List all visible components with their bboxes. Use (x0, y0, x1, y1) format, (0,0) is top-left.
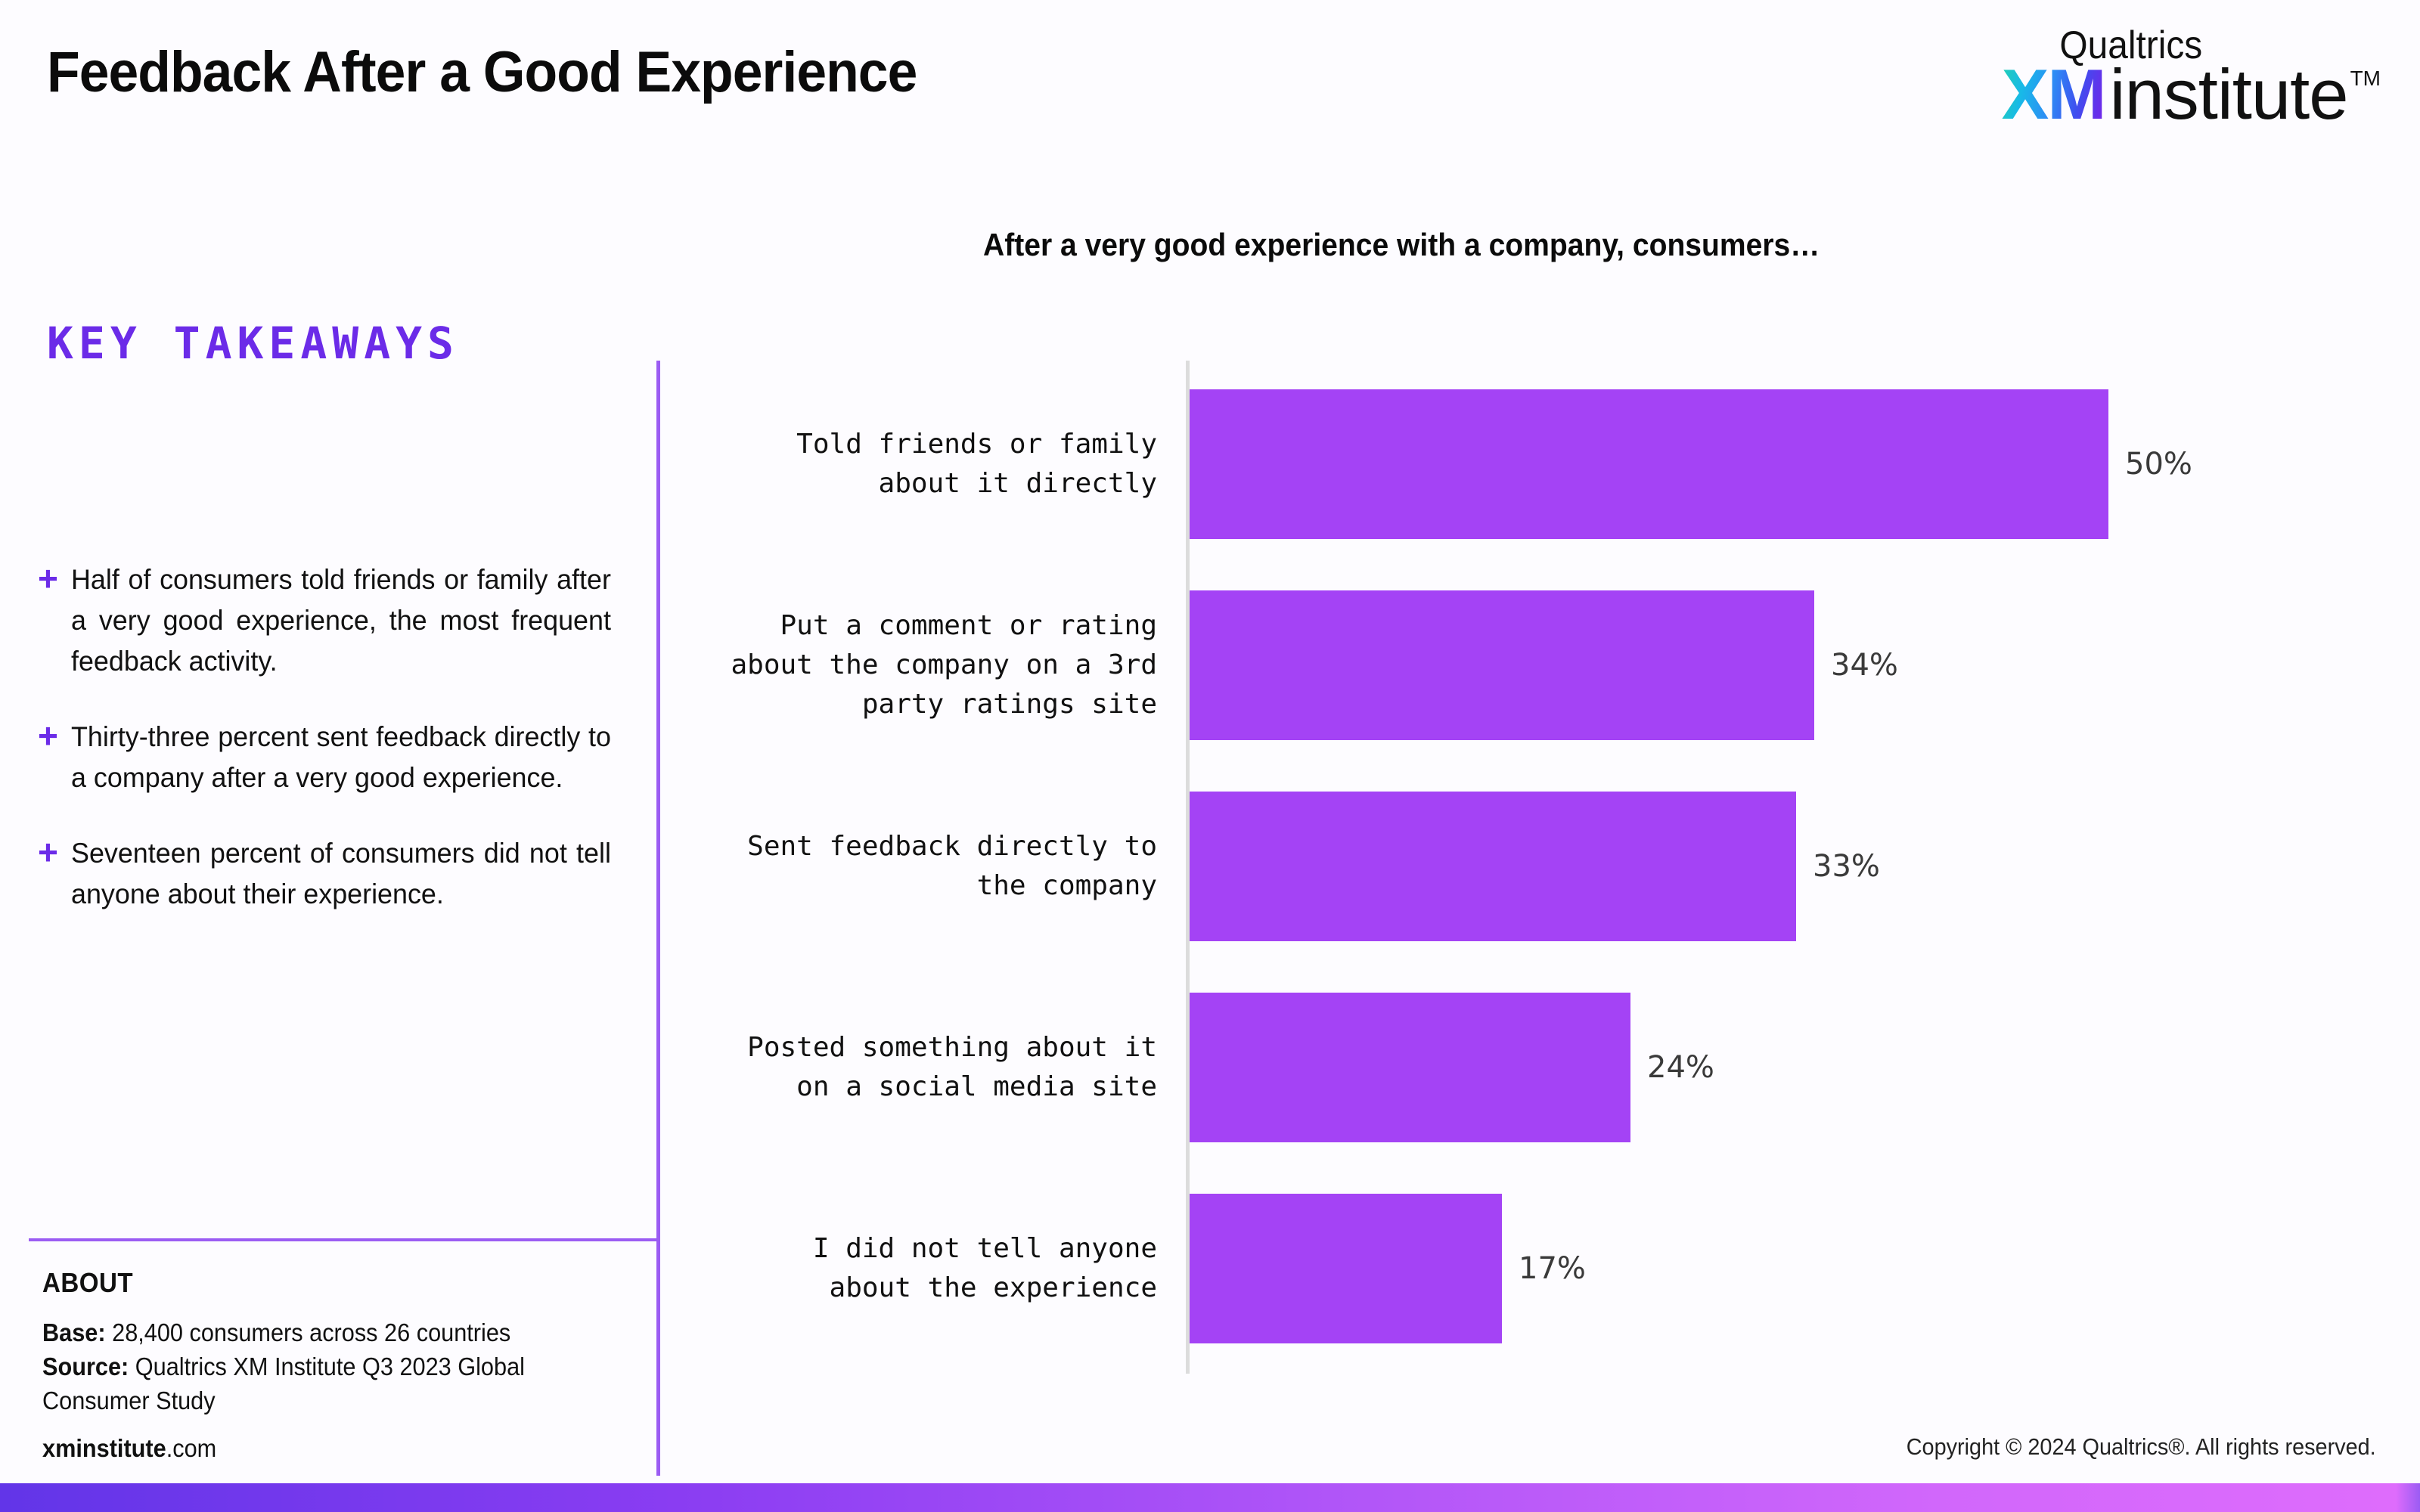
page-title: Feedback After a Good Experience (47, 40, 917, 104)
xminstitute-website-link[interactable]: xminstitute.com (42, 1434, 605, 1463)
bar (1190, 993, 1630, 1142)
horizontal-bar-chart: 50% 34% 33% 24% 17% (1186, 361, 2366, 1374)
footer-gradient-bar (0, 1483, 2420, 1512)
takeaway-text: Seventeen percent of consumers did not t… (71, 838, 611, 909)
website-tld: .com (166, 1434, 217, 1462)
takeaway-text: Thirty-three percent sent feedback direc… (71, 721, 611, 793)
bar-value-label: 24% (1647, 1050, 1714, 1085)
bar-value-label: 34% (1831, 648, 1898, 683)
category-label: Told friends or family about it directly (796, 429, 1157, 499)
bar-value-label: 50% (2125, 447, 2192, 482)
plus-bullet-icon: + (38, 716, 58, 755)
logo-wordmark: XM institute TM (2002, 59, 2381, 130)
bar-row: 50% (1190, 389, 2192, 539)
bar-row: 24% (1190, 993, 1714, 1142)
about-base-value: 28,400 consumers across 26 countries (105, 1318, 511, 1346)
about-base-label: Base: (42, 1318, 106, 1346)
bar (1190, 389, 2108, 539)
bar-row: 17% (1190, 1194, 1586, 1343)
takeaway-text: Half of consumers told friends or family… (71, 564, 611, 677)
category-label: I did not tell anyone about the experien… (812, 1233, 1157, 1303)
about-heading: ABOUT (42, 1267, 134, 1298)
about-divider (29, 1238, 658, 1241)
about-base-line: Base: 28,400 consumers across 26 countri… (42, 1315, 605, 1349)
category-label: Posted something about it on a social me… (747, 1032, 1157, 1102)
key-takeaways-heading: KEY TAKEAWAYS (47, 318, 459, 369)
about-section: ABOUT Base: 28,400 consumers across 26 c… (42, 1267, 647, 1463)
bar-row: 33% (1190, 792, 1880, 941)
page-header: Feedback After a Good Experience Qualtri… (0, 0, 2420, 163)
bar-row: 34% (1190, 590, 1898, 740)
category-label: Sent feedback directly to the company (747, 831, 1157, 901)
plus-bullet-icon: + (38, 832, 58, 872)
trademark-icon: TM (2350, 67, 2381, 90)
key-takeaways-list: + Half of consumers told friends or fami… (38, 559, 628, 950)
list-item: + Half of consumers told friends or fami… (38, 559, 628, 682)
list-item: + Seventeen percent of consumers did not… (38, 833, 628, 915)
website-name: xminstitute (42, 1434, 166, 1462)
bar-value-label: 17% (1519, 1251, 1586, 1286)
logo-institute-text: institute (2109, 54, 2349, 134)
bar (1190, 590, 1814, 740)
copyright-text: Copyright © 2024 Qualtrics®. All rights … (1907, 1433, 2376, 1460)
bar (1190, 792, 1796, 941)
category-label: Put a comment or rating about the compan… (731, 610, 1157, 720)
vertical-divider (656, 361, 660, 1476)
about-source-line: Source: Qualtrics XM Institute Q3 2023 G… (42, 1349, 605, 1418)
chart-title: After a very good experience with a comp… (983, 227, 1820, 262)
plus-bullet-icon: + (38, 559, 58, 598)
chart-category-labels: Told friends or family about it directly… (681, 361, 1157, 1374)
bar-value-label: 33% (1813, 849, 1880, 884)
about-source-label: Source: (42, 1352, 129, 1380)
bar (1190, 1194, 1502, 1343)
logo-xm-text: XM (2001, 54, 2107, 134)
qualtrics-xm-institute-logo: Qualtrics XM institute TM (1942, 23, 2381, 144)
list-item: + Thirty-three percent sent feedback dir… (38, 717, 628, 798)
